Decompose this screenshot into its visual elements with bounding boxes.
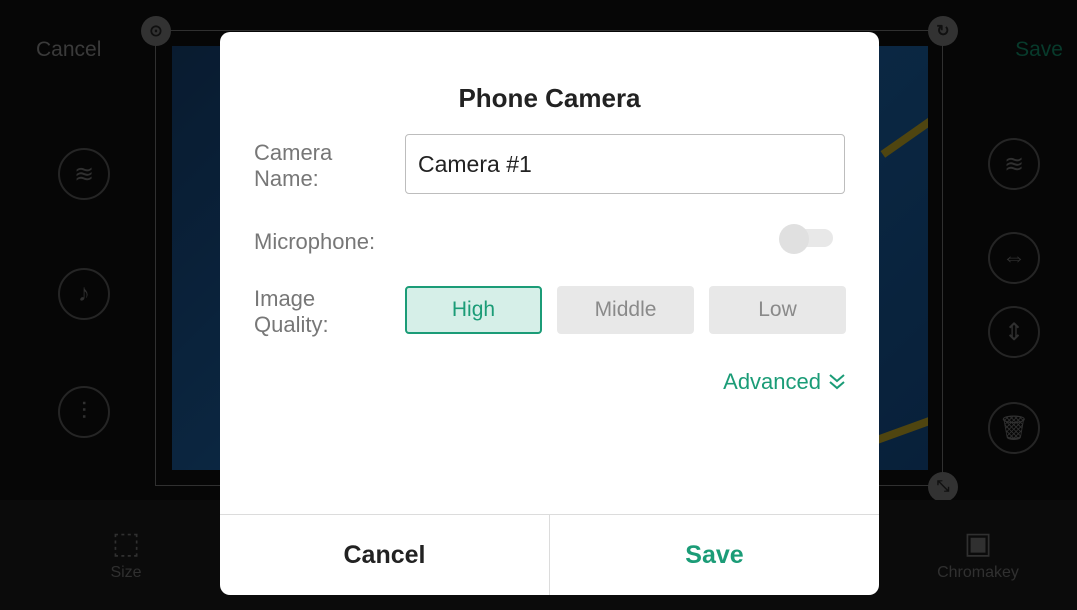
advanced-label: Advanced (723, 369, 821, 394)
phone-camera-dialog: Phone Camera Camera Name: Microphone: Im… (220, 32, 879, 595)
microphone-toggle[interactable] (777, 224, 833, 254)
dialog-cancel-button[interactable]: Cancel (220, 515, 550, 595)
image-quality-label: Image Quality: (254, 286, 329, 337)
dialog-footer: Cancel Save (220, 514, 879, 595)
microphone-label: Microphone: (254, 229, 376, 254)
camera-name-input[interactable] (405, 134, 845, 194)
dialog-save-button[interactable]: Save (550, 515, 879, 595)
dialog-title: Phone Camera (458, 83, 641, 113)
advanced-toggle[interactable]: Advanced (723, 369, 847, 395)
quality-low-button[interactable]: Low (709, 286, 846, 334)
quality-middle-button[interactable]: Middle (557, 286, 694, 334)
camera-name-label: Camera Name: (254, 140, 333, 191)
double-chevron-down-icon (829, 374, 845, 390)
quality-high-button[interactable]: High (405, 286, 542, 334)
toggle-knob (779, 224, 809, 254)
